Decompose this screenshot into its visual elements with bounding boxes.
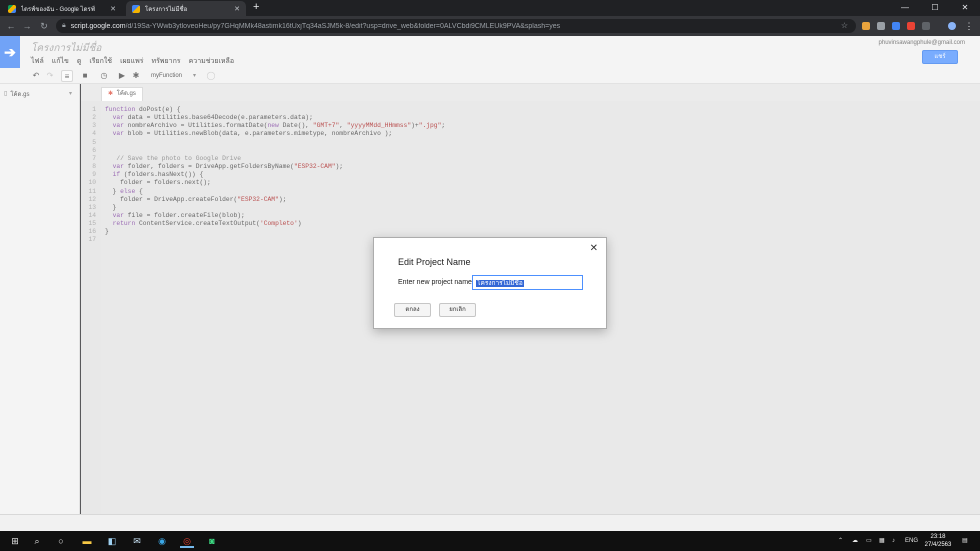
new-tab-button[interactable]: +	[253, 1, 259, 13]
forward-icon[interactable]: →	[20, 19, 34, 33]
url-host: script.google.com	[70, 22, 126, 30]
edit-project-name-dialog: ✕ Edit Project Name Enter new project na…	[373, 237, 607, 329]
battery-icon[interactable]: ▭	[866, 531, 872, 551]
google-drive-icon	[8, 4, 16, 13]
store-icon[interactable]: ◧	[105, 534, 119, 548]
close-icon[interactable]: ✕	[590, 243, 598, 254]
profile-avatar[interactable]	[948, 22, 956, 30]
browser-tab-drive[interactable]: ไดรฟ์ของฉัน - Google ไดรฟ์ ✕	[2, 1, 122, 16]
language-indicator[interactable]: ENG	[905, 531, 918, 551]
reload-icon[interactable]: ↻	[37, 19, 51, 33]
edge-icon[interactable]: ◉	[155, 534, 169, 548]
chrome-icon[interactable]: ◎	[180, 534, 194, 548]
clock-date: 27/4/2563	[924, 542, 952, 548]
browser-tab-apps-script[interactable]: โครงการไม่มีชื่อ ✕	[126, 1, 246, 16]
network-icon[interactable]: ▦	[879, 531, 885, 551]
clock-time: 23:18	[930, 534, 946, 540]
clock[interactable]: 23:18 27/4/2563	[918, 533, 958, 549]
tab-close-icon[interactable]: ✕	[110, 5, 116, 13]
extension-icon[interactable]	[877, 22, 885, 30]
app-icon[interactable]: ◙	[205, 534, 219, 548]
browser-tab-strip: ไดรฟ์ของฉัน - Google ไดรฟ์ ✕ โครงการไม่ม…	[0, 0, 980, 16]
screen: ไดรฟ์ของฉัน - Google ไดรฟ์ ✕ โครงการไม่ม…	[0, 0, 980, 551]
extension-icon[interactable]	[862, 22, 870, 30]
notifications-icon[interactable]: ▤	[962, 531, 968, 551]
file-explorer-icon[interactable]: ▬	[80, 534, 94, 548]
browser-tab-title: ไดรฟ์ของฉัน - Google ไดรฟ์	[21, 6, 95, 13]
volume-icon[interactable]: ♪	[892, 531, 895, 551]
extension-icon[interactable]	[922, 22, 930, 30]
windows-start-icon[interactable]: ⊞	[8, 534, 22, 548]
url-path: /d/19Sa-YWwb3ytloveoHeu/py7GHqMMk48astim…	[125, 22, 561, 30]
project-name-input-value: โครงการไม่มีชื่อ	[476, 280, 524, 287]
browser-toolbar: ← → ↻ 🔒︎ script.google.com /d/19Sa-YWwb3…	[0, 16, 980, 36]
address-bar[interactable]: 🔒︎ script.google.com /d/19Sa-YWwb3ytlove…	[56, 19, 856, 33]
extension-icon[interactable]	[892, 22, 900, 30]
dialog-title: Edit Project Name	[398, 257, 471, 267]
cancel-button[interactable]: ยกเลิก	[439, 303, 476, 317]
minimize-icon[interactable]: —	[890, 0, 920, 16]
tray-chevron-icon[interactable]: ⌃	[838, 531, 843, 551]
mail-icon[interactable]: ✉	[130, 534, 144, 548]
bookmark-star-icon[interactable]: ☆	[841, 19, 848, 33]
lock-icon: 🔒︎	[62, 22, 66, 29]
extension-icon[interactable]	[907, 22, 915, 30]
task-view-icon[interactable]: ○	[54, 534, 68, 548]
ok-button[interactable]: ตกลง	[394, 303, 431, 317]
tab-close-icon[interactable]: ✕	[234, 5, 240, 13]
maximize-icon[interactable]: ☐	[920, 0, 950, 16]
windows-taskbar: ⊞ ⌕ ○ ▬ ◧ ✉ ◉ ◎ ◙ ⌃ ☁ ▭ ▦ ♪ ENG 23:18 27…	[0, 531, 980, 551]
back-icon[interactable]: ←	[4, 19, 18, 33]
window-close-icon[interactable]: ✕	[950, 0, 980, 16]
apps-script-icon	[132, 4, 140, 13]
project-name-label: Enter new project name	[398, 279, 472, 286]
status-strip	[0, 514, 980, 531]
browser-menu-icon[interactable]: ⋮	[962, 19, 976, 33]
project-name-input[interactable]: โครงการไม่มีชื่อ	[472, 275, 583, 290]
tray-icon[interactable]: ☁	[852, 531, 858, 551]
search-icon[interactable]: ⌕	[30, 534, 44, 548]
browser-tab-title: โครงการไม่มีชื่อ	[145, 6, 188, 13]
